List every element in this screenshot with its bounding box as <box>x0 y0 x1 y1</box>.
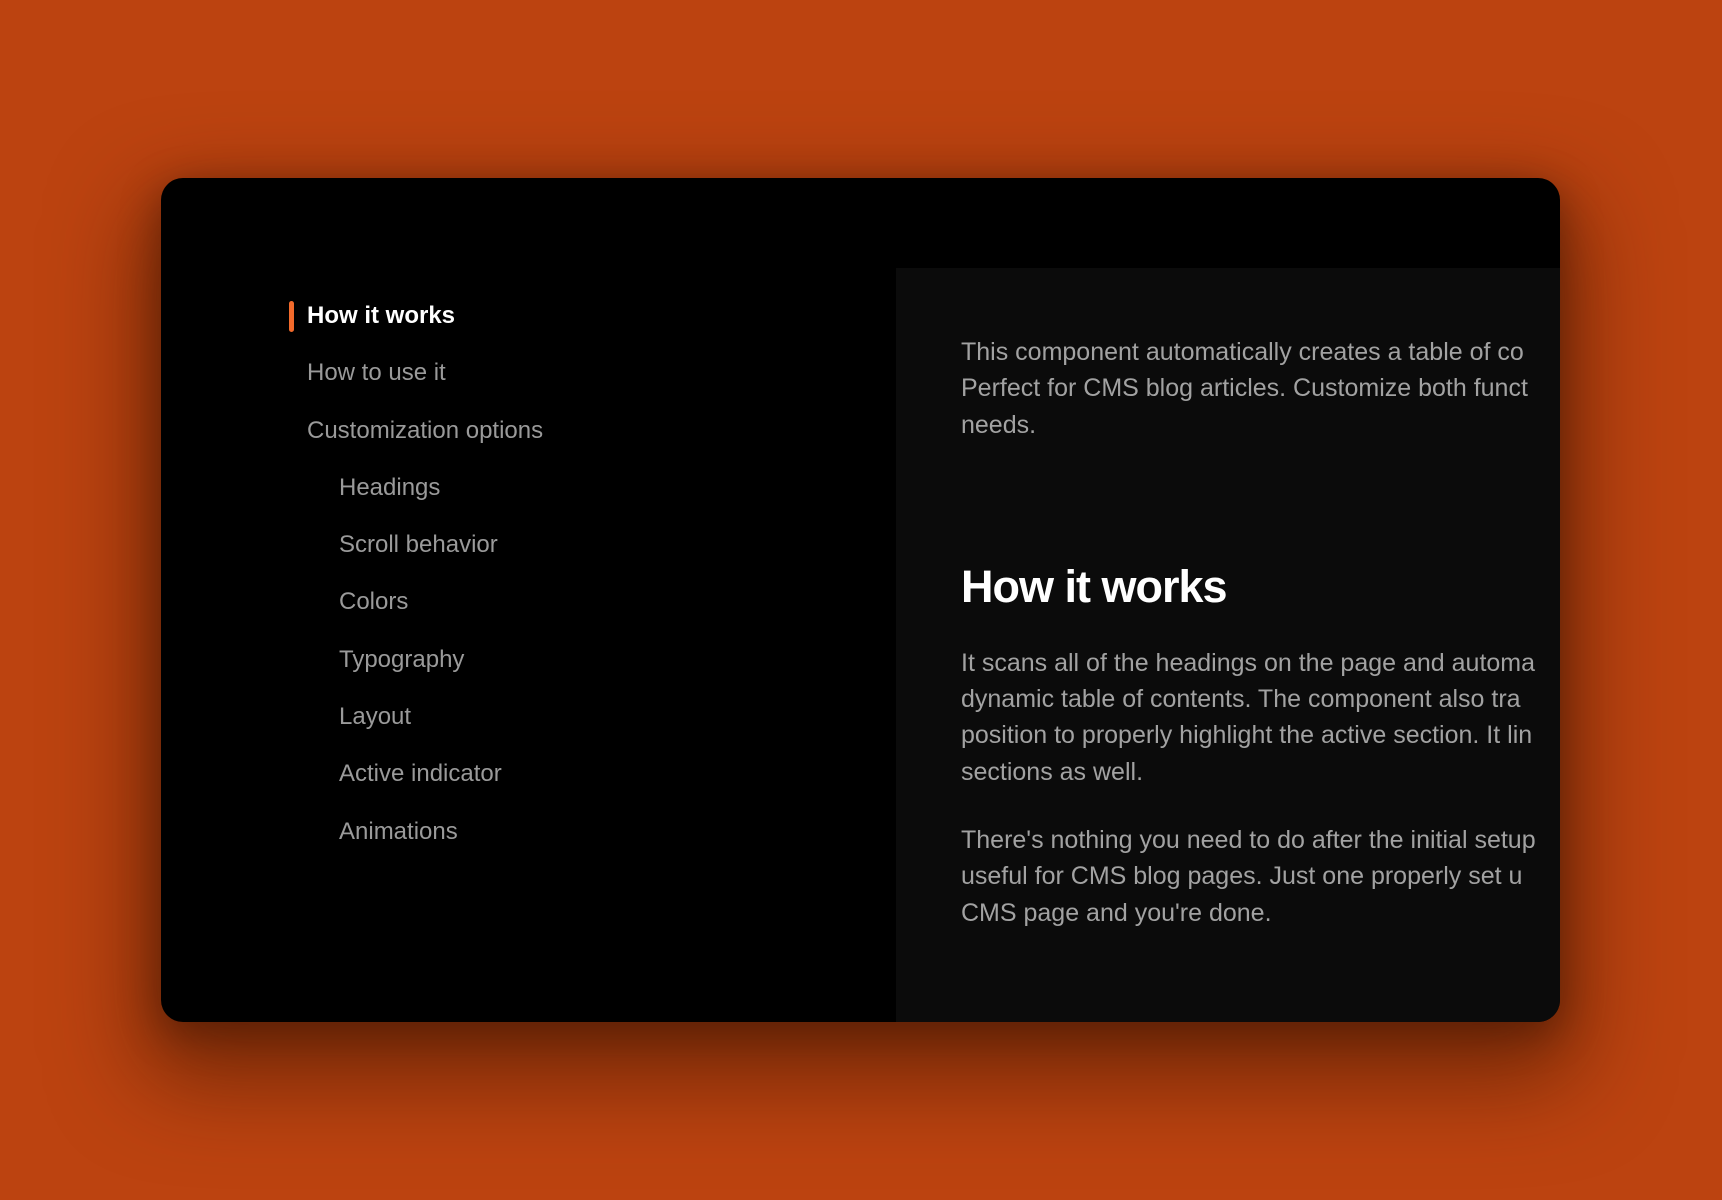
active-indicator <box>289 301 294 332</box>
text-line: sections as well. <box>961 757 1144 786</box>
article-body: This component automatically creates a t… <box>961 334 1560 931</box>
toc-item-label: Active indicator <box>339 760 502 788</box>
text-line: useful for CMS blog pages. Just one prop… <box>961 862 1523 891</box>
text-line: position to properly highlight the activ… <box>961 721 1533 750</box>
text-line: This component automatically creates a t… <box>961 338 1524 366</box>
table-of-contents: How it works How to use it Customization… <box>161 178 896 1022</box>
text-line: It scans all of the headings on the page… <box>961 648 1536 677</box>
body-paragraph: There's nothing you need to do after the… <box>961 822 1560 931</box>
toc-item-layout[interactable]: Layout <box>289 703 543 760</box>
toc-item-label: Scroll behavior <box>339 531 498 559</box>
toc-item-how-to-use-it[interactable]: How to use it <box>289 359 543 416</box>
toc-item-label: Typography <box>339 645 465 673</box>
text-line: Perfect for CMS blog articles. Customize… <box>961 374 1528 403</box>
toc-item-label: Headings <box>339 473 441 501</box>
toc-item-label: Layout <box>339 703 412 731</box>
text-line: CMS page and you're done. <box>961 898 1272 927</box>
text-line: There's nothing you need to do after the… <box>961 826 1536 855</box>
toc-item-label: How to use it <box>307 359 446 387</box>
toc-list: How it works How to use it Customization… <box>289 301 543 875</box>
body-paragraph: It scans all of the headings on the page… <box>961 645 1560 790</box>
text-line: dynamic table of contents. The component… <box>961 685 1521 714</box>
section-heading: How it works <box>961 560 1228 612</box>
toc-item-headings[interactable]: Headings <box>289 474 543 531</box>
toc-item-scroll-behavior[interactable]: Scroll behavior <box>289 531 543 588</box>
toc-item-colors[interactable]: Colors <box>289 588 543 645</box>
toc-item-label: Customization options <box>307 416 544 444</box>
toc-item-animations[interactable]: Animations <box>289 818 543 875</box>
toc-item-label: Colors <box>339 588 409 616</box>
app-window: How it works How to use it Customization… <box>161 178 1560 1022</box>
toc-item-label: Animations <box>339 817 458 845</box>
text-line: needs. <box>961 410 1037 439</box>
toc-item-active-indicator[interactable]: Active indicator <box>289 760 543 817</box>
article-content: This component automatically creates a t… <box>896 268 1560 1022</box>
toc-item-customization-options[interactable]: Customization options <box>289 417 543 474</box>
toc-item-label: How it works <box>307 302 456 329</box>
toc-item-typography[interactable]: Typography <box>289 646 543 703</box>
intro-paragraph: This component automatically creates a t… <box>961 334 1560 443</box>
toc-item-how-it-works[interactable]: How it works <box>289 301 543 359</box>
